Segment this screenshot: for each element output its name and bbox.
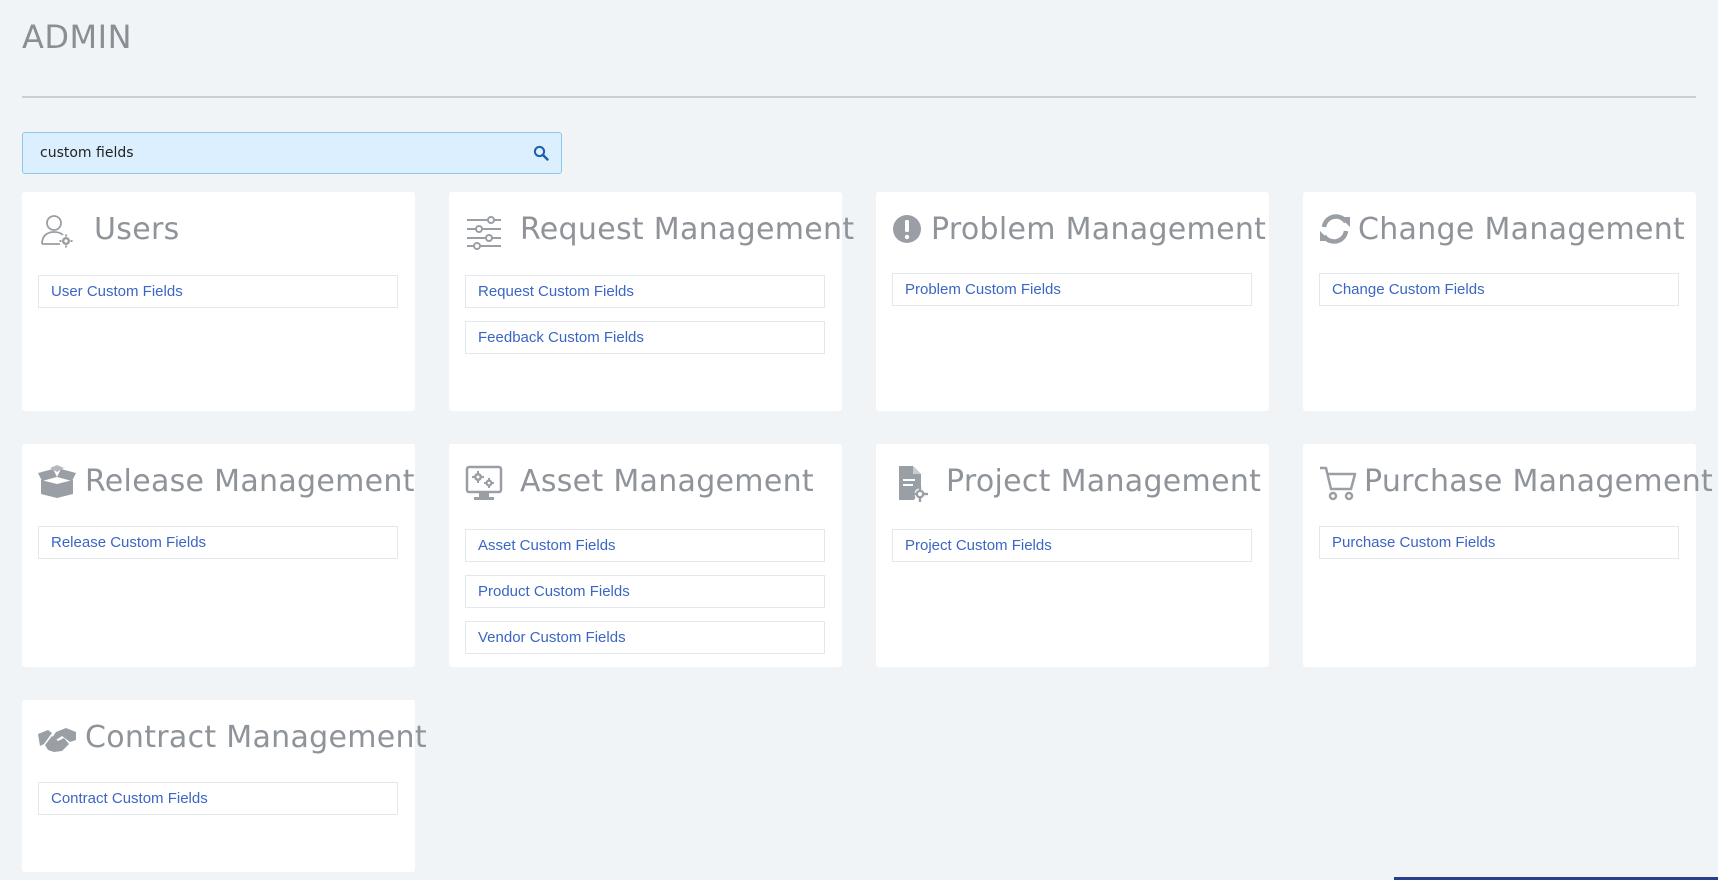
card-request-management: Request Management Request Custom Fields… xyxy=(449,192,854,411)
user-gear-icon xyxy=(41,215,73,248)
card-asset-management: Asset Management Asset Custom Fields Pro… xyxy=(449,444,842,667)
refresh-icon xyxy=(1320,214,1350,244)
search-icon[interactable] xyxy=(533,145,549,161)
monitor-gears-icon xyxy=(465,465,503,500)
card-title-change-management: Change Management xyxy=(1358,212,1686,247)
link-purchase-custom-fields[interactable]: Purchase Custom Fields xyxy=(1319,526,1679,559)
link-change-custom-fields[interactable]: Change Custom Fields xyxy=(1319,273,1679,306)
card-title-purchase-management: Purchase Management xyxy=(1364,464,1714,499)
title-divider xyxy=(22,96,1696,98)
exclamation-circle-icon xyxy=(893,215,921,243)
card-title-users: Users xyxy=(94,212,180,247)
search-box[interactable] xyxy=(22,132,562,174)
link-asset-custom-fields[interactable]: Asset Custom Fields xyxy=(465,529,825,562)
link-problem-custom-fields[interactable]: Problem Custom Fields xyxy=(892,273,1252,306)
link-project-custom-fields[interactable]: Project Custom Fields xyxy=(892,529,1252,562)
link-release-custom-fields[interactable]: Release Custom Fields xyxy=(38,526,398,559)
card-title-release-management: Release Management xyxy=(85,464,415,499)
document-gear-icon xyxy=(899,466,928,502)
page-title: ADMIN xyxy=(22,18,133,56)
card-title-asset-management: Asset Management xyxy=(520,464,814,499)
link-request-custom-fields[interactable]: Request Custom Fields xyxy=(465,275,825,308)
open-box-icon xyxy=(38,465,76,498)
shopping-cart-icon xyxy=(1320,466,1357,501)
link-product-custom-fields[interactable]: Product Custom Fields xyxy=(465,575,825,608)
handshake-icon xyxy=(38,728,76,752)
card-title-problem-management: Problem Management xyxy=(931,212,1267,247)
link-user-custom-fields[interactable]: User Custom Fields xyxy=(38,275,398,308)
card-title-project-management: Project Management xyxy=(946,464,1262,499)
link-feedback-custom-fields[interactable]: Feedback Custom Fields xyxy=(465,321,825,354)
card-purchase-management: Purchase Management Purchase Custom Fiel… xyxy=(1303,444,1713,667)
card-title-request-management: Request Management xyxy=(520,212,855,247)
search-input[interactable] xyxy=(40,133,520,173)
card-project-management: Project Management Project Custom Fields xyxy=(876,444,1269,667)
card-title-contract-management: Contract Management xyxy=(85,720,427,755)
card-change-management: Change Management Change Custom Fields xyxy=(1303,192,1696,411)
card-release-management: Release Management Release Custom Fields xyxy=(22,444,415,667)
link-contract-custom-fields[interactable]: Contract Custom Fields xyxy=(38,782,398,815)
sliders-icon xyxy=(467,216,501,250)
card-contract-management: Contract Management Contract Custom Fiel… xyxy=(22,700,427,872)
card-users: Users User Custom Fields xyxy=(22,192,415,411)
link-vendor-custom-fields[interactable]: Vendor Custom Fields xyxy=(465,621,825,654)
card-problem-management: Problem Management Problem Custom Fields xyxy=(876,192,1269,411)
